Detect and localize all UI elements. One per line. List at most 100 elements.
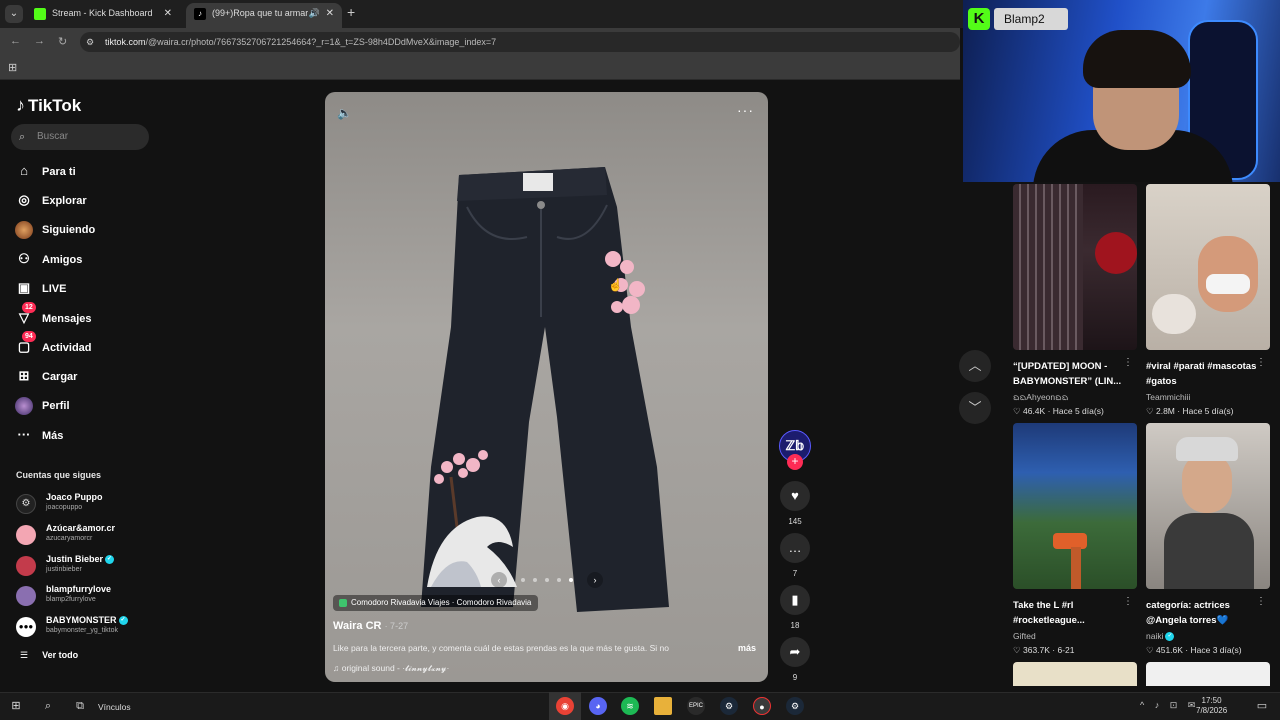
steam-icon[interactable]: ⚙ xyxy=(720,697,738,715)
epic-games-icon[interactable]: EPIC xyxy=(687,697,705,715)
site-info-icon[interactable]: ⚙ xyxy=(86,36,98,48)
heart-icon[interactable]: ♥ xyxy=(780,481,810,511)
post-date: · 7-27 xyxy=(384,621,409,631)
save-action[interactable]: ▮ 18 xyxy=(780,585,810,630)
tiktok-logo[interactable]: ♪ TikTok xyxy=(16,95,81,116)
video-channel[interactable]: Gifted xyxy=(1013,631,1036,641)
menu-mas[interactable]: ··· Más xyxy=(14,423,64,447)
menu-cargar[interactable]: ⊞ Cargar xyxy=(14,364,78,388)
menu-actividad[interactable]: ▢ 94 Actividad xyxy=(14,331,92,359)
menu-perfil[interactable]: Perfil xyxy=(14,394,70,418)
follow-plus-button[interactable]: + xyxy=(787,454,803,470)
post-author[interactable]: Waira CR · 7-27 xyxy=(333,620,408,632)
system-tray[interactable]: ^ ♪ ⊡ ✉ xyxy=(1140,700,1199,711)
video-channel[interactable]: naiki ✓ xyxy=(1146,631,1175,642)
video-meta: ♡ 363.7K · 6-21 xyxy=(1013,645,1075,655)
video-channel[interactable]: ᨳᨳAhyeonᨳᨳ xyxy=(1013,392,1068,405)
search-placeholder: Buscar xyxy=(37,131,69,142)
carousel-dot[interactable] xyxy=(545,578,549,582)
previous-post-button[interactable]: ︿ xyxy=(959,350,991,382)
volume-icon[interactable]: 🔈 xyxy=(337,106,352,120)
comment-icon[interactable]: … xyxy=(780,533,810,563)
carousel-dot-active[interactable] xyxy=(569,578,573,582)
more-options-icon[interactable]: ··· xyxy=(737,102,754,118)
comment-action[interactable]: … 7 xyxy=(780,533,810,578)
obs-icon[interactable]: ● xyxy=(753,697,771,715)
taskbar-clock[interactable]: 17:50 7/8/2026 xyxy=(1196,696,1227,716)
tab-tiktok[interactable]: ♪ (99+)Ropa que tu armario 🔊 ✕ xyxy=(186,3,342,28)
spotify-icon[interactable]: ≋ xyxy=(621,697,639,715)
menu-siguiendo[interactable]: Siguiendo xyxy=(14,218,95,242)
following-account[interactable]: ⚙ Joaco Puppo joacopuppo xyxy=(16,490,151,518)
tab-audio-icon[interactable]: 🔊 xyxy=(309,3,320,24)
file-explorer-icon[interactable] xyxy=(654,697,672,715)
tab-kick-dashboard[interactable]: Stream - Kick Dashboard ✕ xyxy=(26,3,180,28)
avatar xyxy=(16,525,36,545)
tab-search-button[interactable]: ⌄ xyxy=(5,5,23,23)
video-channel[interactable]: Teammichiii xyxy=(1146,392,1190,402)
caption-more-button[interactable]: más xyxy=(738,643,756,653)
video-title[interactable]: Take the L #rl #rocketleague... xyxy=(1013,598,1127,628)
apps-grid-icon[interactable]: ⊞ xyxy=(8,61,17,74)
video-title[interactable]: #viral #parati #mascotas #gatos xyxy=(1146,359,1260,389)
video-title[interactable]: categoría: actrices @Angela torres💙 xyxy=(1146,598,1260,628)
menu-para-ti[interactable]: ⌂ Para ti xyxy=(14,159,76,183)
back-icon[interactable]: ← xyxy=(10,35,21,47)
carousel-next-button[interactable]: › xyxy=(587,572,603,588)
search-input[interactable]: ⌕ Buscar xyxy=(11,124,149,150)
menu-amigos[interactable]: ⚇ Amigos xyxy=(14,247,82,271)
address-bar[interactable]: ⚙ tiktok.com/@waira.cr/photo/76673527067… xyxy=(80,32,960,52)
video-thumbnail[interactable] xyxy=(1146,184,1270,350)
following-account[interactable]: Azúcar&amor.cr azucaryamorcr xyxy=(16,521,151,549)
task-view-icon[interactable]: ⧉ xyxy=(70,697,90,715)
location-tag[interactable]: Comodoro Rivadavia Viajes · Comodoro Riv… xyxy=(333,595,539,611)
like-action[interactable]: ♥ 145 xyxy=(780,481,810,526)
video-menu-icon[interactable]: ⋮ xyxy=(1256,596,1266,607)
menu-explorar[interactable]: ◎ Explorar xyxy=(14,188,86,212)
account-name: BABYMONSTER ✓ xyxy=(46,615,128,626)
video-title[interactable]: “[UPDATED] MOON - BABYMONSTER” (LIN... xyxy=(1013,359,1127,389)
video-thumbnail[interactable] xyxy=(1013,423,1137,589)
see-all-link[interactable]: ☰ Ver todo xyxy=(20,650,78,661)
carousel-prev-button[interactable]: ‹ xyxy=(491,572,507,588)
windows-start-icon[interactable]: ⊞ xyxy=(6,697,26,715)
share-icon[interactable]: ➦ xyxy=(780,637,810,667)
steam-alt-icon[interactable]: ⚙ xyxy=(786,697,804,715)
notifications-icon[interactable]: ▭ xyxy=(1252,697,1272,715)
close-tab-icon[interactable]: ✕ xyxy=(326,3,334,24)
forward-icon[interactable]: → xyxy=(34,35,45,47)
reload-icon[interactable]: ↻ xyxy=(58,35,67,48)
chrome-icon[interactable]: ◉ xyxy=(556,697,574,715)
red-moon-shape xyxy=(1095,232,1137,274)
share-action[interactable]: ➦ 9 xyxy=(780,637,810,682)
menu-mensajes[interactable]: ▽ 12 Mensajes xyxy=(14,302,92,330)
video-thumbnail-partial[interactable] xyxy=(1146,662,1270,686)
bookmark-icon[interactable]: ▮ xyxy=(780,585,810,615)
video-thumbnail[interactable] xyxy=(1013,184,1137,350)
following-account[interactable]: ●●● BABYMONSTER ✓ babymonster_yg_tiktok xyxy=(16,613,151,641)
carousel-dot[interactable] xyxy=(533,578,537,582)
discord-icon[interactable]: ◕ xyxy=(589,697,607,715)
video-meta: ♡ 2.8M · Hace 5 día(s) xyxy=(1146,406,1234,416)
video-menu-icon[interactable]: ⋮ xyxy=(1123,596,1133,607)
video-menu-icon[interactable]: ⋮ xyxy=(1256,357,1266,368)
new-tab-button[interactable]: + xyxy=(347,4,355,20)
avatar: ⚙ xyxy=(16,494,36,514)
account-name: Justin Bieber ✓ xyxy=(46,554,115,565)
video-thumbnail-partial[interactable] xyxy=(1013,662,1137,686)
carousel-dot[interactable] xyxy=(557,578,561,582)
next-post-button[interactable]: ﹀ xyxy=(959,392,991,424)
post-sound[interactable]: ♫ original sound - ·𝓽𝓲𝓷𝓷𝔂𝓽𝔁𝓷𝔂· xyxy=(333,663,449,674)
vinculos-toolbar[interactable]: Vínculos xyxy=(98,702,131,712)
music-note-icon: ♫ xyxy=(333,663,342,673)
video-thumbnail[interactable] xyxy=(1146,423,1270,589)
post-media[interactable]: 🔈 ··· ☝ ‹ › Comodoro Rivadavia Viajes · … xyxy=(325,92,768,682)
more-icon: ··· xyxy=(17,427,31,442)
video-menu-icon[interactable]: ⋮ xyxy=(1123,357,1133,368)
following-account[interactable]: blampfurrylove blamp2furrylove xyxy=(16,582,151,610)
search-icon[interactable]: ⌕ xyxy=(38,697,58,715)
following-account[interactable]: Justin Bieber ✓ justinbieber xyxy=(16,552,151,580)
carousel-dot[interactable] xyxy=(521,578,525,582)
close-tab-icon[interactable]: ✕ xyxy=(164,3,172,24)
menu-live[interactable]: ▣ LIVE xyxy=(14,276,67,300)
